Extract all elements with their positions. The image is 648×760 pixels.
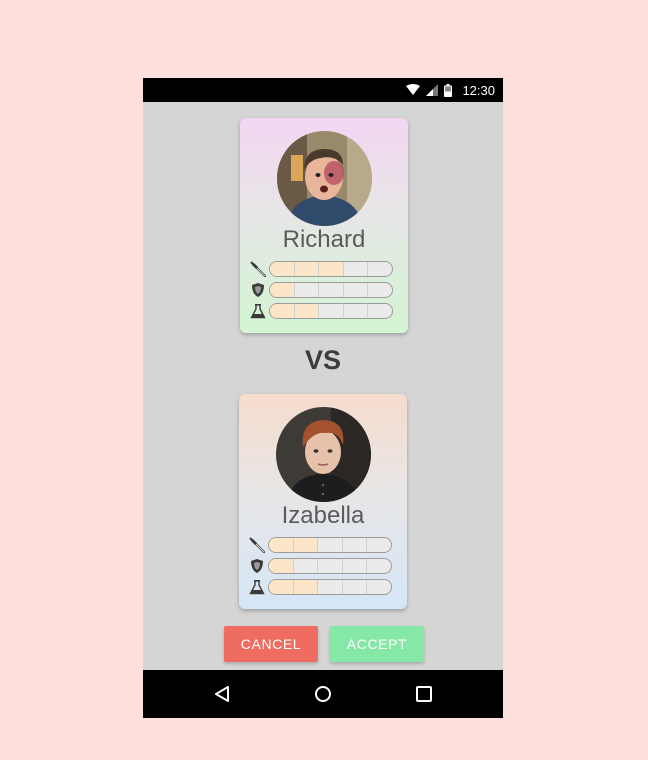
clock: 12:30 <box>462 82 495 98</box>
stat-fill <box>269 559 294 573</box>
potion-flask-icon <box>250 304 266 319</box>
cancel-button[interactable]: CANCEL <box>224 626 318 662</box>
stat-attack <box>249 536 395 554</box>
battery-icon <box>444 83 453 97</box>
home-icon[interactable] <box>311 682 335 706</box>
phone-screen: 12:30 Richard VS Izabella CANCEL ACCEPT <box>143 78 503 718</box>
recent-apps-icon[interactable] <box>412 682 436 706</box>
stat-bar <box>269 261 393 277</box>
stat-magic <box>250 302 396 320</box>
stat-bar <box>268 579 392 595</box>
stat-fill <box>270 283 295 297</box>
sword-icon <box>250 261 266 277</box>
stat-bar <box>268 537 392 553</box>
stat-bar <box>269 282 393 298</box>
navigation-bar <box>143 670 503 718</box>
status-bar: 12:30 <box>143 78 503 102</box>
avatar <box>277 131 372 226</box>
sword-icon <box>249 537 265 553</box>
stat-bar <box>268 558 392 574</box>
wifi-icon <box>406 84 421 95</box>
stat-bar <box>269 303 393 319</box>
fighter-name: Izabella <box>281 502 365 529</box>
fighter-name: Richard <box>282 226 366 253</box>
accept-button[interactable]: ACCEPT <box>330 626 424 662</box>
versus-label: VS <box>304 345 342 375</box>
shield-icon <box>252 283 264 297</box>
fighter-card-1[interactable]: Richard <box>240 118 408 333</box>
fighter-card-2[interactable]: Izabella <box>239 394 407 609</box>
cell-signal-icon <box>426 84 439 96</box>
shield-icon <box>251 559 263 573</box>
potion-flask-icon <box>249 580 265 595</box>
stat-attack <box>250 260 396 278</box>
avatar <box>276 407 371 502</box>
stat-defense <box>249 557 395 575</box>
stat-defense <box>250 281 396 299</box>
stat-fill <box>270 262 344 276</box>
stat-magic <box>249 578 395 596</box>
back-icon[interactable] <box>211 682 235 706</box>
